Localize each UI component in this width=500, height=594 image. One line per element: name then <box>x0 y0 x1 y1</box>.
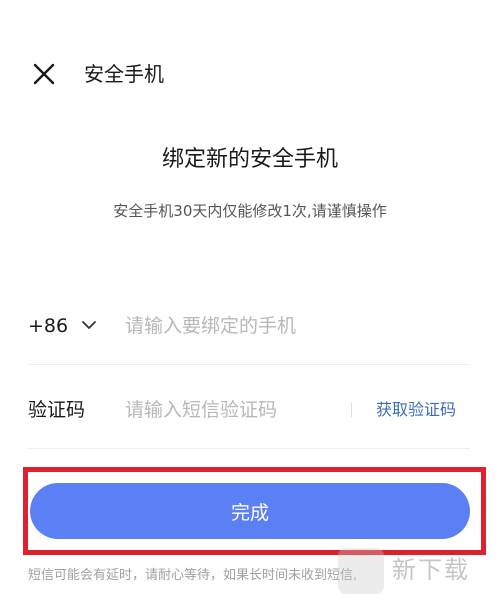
phone-row: +86 <box>28 298 470 354</box>
done-button[interactable]: 完成 <box>30 483 470 539</box>
code-label: 验证码 <box>28 399 86 421</box>
code-row: 验证码 获取验证码 <box>28 382 470 438</box>
country-code-selector[interactable]: +86 <box>28 312 98 340</box>
divider <box>28 448 470 449</box>
watermark-text: 新下载 <box>392 556 470 584</box>
page-title: 安全手机 <box>84 62 164 86</box>
watermark-logo-icon <box>338 548 384 594</box>
watermark: 新下载 <box>338 548 500 594</box>
subtitle: 安全手机30天内仅能修改1次,请谨慎操作 <box>113 202 387 220</box>
divider <box>28 364 470 365</box>
vertical-separator <box>351 403 352 417</box>
bind-phone-page: 安全手机 绑定新的安全手机 安全手机30天内仅能修改1次,请谨慎操作 +86 验… <box>0 0 500 594</box>
header: 安全手机 <box>0 52 500 96</box>
verification-code-input[interactable] <box>125 396 340 424</box>
main-title: 绑定新的安全手机 <box>161 147 338 172</box>
country-code-label: +86 <box>28 315 69 337</box>
chevron-down-icon <box>82 320 97 329</box>
get-code-button[interactable]: 获取验证码 <box>376 396 456 424</box>
phone-input[interactable] <box>125 312 445 340</box>
close-icon <box>33 63 55 85</box>
close-button[interactable] <box>30 60 58 88</box>
